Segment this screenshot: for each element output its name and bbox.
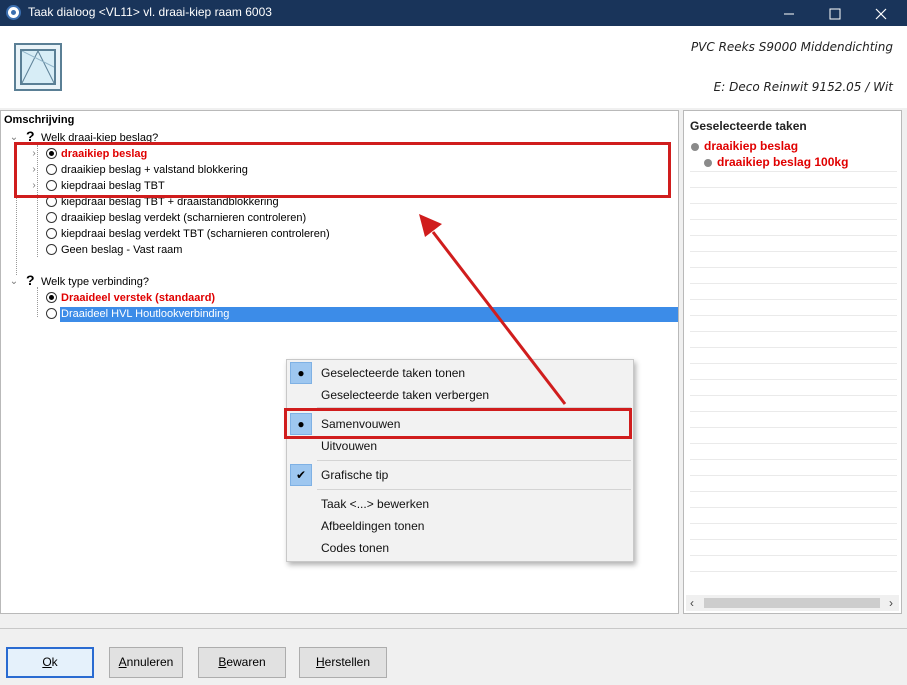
menu-item-show-images[interactable]: Afbeeldingen tonen (321, 519, 424, 533)
menu-separator (317, 460, 631, 461)
bullet-icon (691, 143, 699, 151)
app-icon (6, 5, 21, 20)
minimize-icon (784, 13, 794, 15)
question-icon: ? (26, 272, 35, 288)
row-divider (690, 363, 897, 364)
selected-tasks-title: Geselecteerde taken (690, 119, 807, 133)
menu-separator (317, 489, 631, 490)
row-divider (690, 539, 897, 540)
tree-option[interactable]: draaikiep beslag verdekt (scharnieren co… (1, 210, 671, 226)
tree-option[interactable]: Draaideel verstek (standaard) (1, 290, 671, 306)
tree-question-label: Welk type verbinding? (41, 276, 150, 288)
cancel-label: nnuleren (126, 655, 174, 669)
tree-option-label: Geen beslag - Vast raam (61, 244, 183, 256)
row-divider (690, 475, 897, 476)
ok-button[interactable]: Ok (6, 647, 94, 678)
close-button[interactable] (858, 0, 904, 26)
row-divider (690, 267, 897, 268)
save-button[interactable]: Bewaren (198, 647, 286, 678)
maximize-button[interactable] (812, 0, 858, 26)
row-divider (690, 235, 897, 236)
title-bar: Taak dialoog <VL11> vl. draai-kiep raam … (0, 0, 907, 26)
row-divider (690, 299, 897, 300)
row-divider (690, 443, 897, 444)
maximize-icon (829, 8, 841, 20)
row-divider (690, 379, 897, 380)
row-divider (690, 347, 897, 348)
selected-tasks-panel[interactable]: Geselecteerde taken draaikiep beslag dra… (683, 110, 902, 614)
header-area: PVC Reeks S9000 Middendichting E: Deco R… (0, 26, 907, 108)
footer-separator (0, 628, 907, 629)
radio-icon[interactable] (46, 212, 57, 223)
chevron-right-icon[interactable]: › (889, 596, 893, 610)
tree-option-selected[interactable]: Draaideel HVL Houtlookverbinding (1, 306, 671, 322)
row-divider (690, 555, 897, 556)
selected-task-item[interactable]: draaikiep beslag (704, 139, 798, 153)
scrollbar-thumb[interactable] (704, 598, 880, 608)
selected-task-subitem[interactable]: draaikiep beslag 100kg (717, 155, 848, 169)
ok-accesskey: O (42, 655, 52, 669)
chevron-left-icon[interactable]: ‹ (690, 596, 694, 610)
radio-checked-icon[interactable] (46, 292, 57, 303)
row-divider (690, 283, 897, 284)
tree-question-verbinding[interactable]: ⌄ ? Welk type verbinding? (1, 272, 671, 290)
row-divider (690, 395, 897, 396)
bullet-icon (704, 159, 712, 167)
window-pane-icon (20, 49, 56, 85)
menu-item-hide-selected[interactable]: Geselecteerde taken verbergen (321, 388, 489, 402)
tree-option-label: Draaideel HVL Houtlookverbinding (61, 308, 230, 320)
close-icon (875, 8, 887, 19)
row-divider (690, 491, 897, 492)
menu-item-show-codes[interactable]: Codes tonen (321, 541, 389, 555)
window-thumbnail (14, 43, 62, 91)
row-divider (690, 203, 897, 204)
checkmark-icon: ✔ (290, 464, 312, 486)
restore-label: erstellen (324, 655, 371, 669)
row-divider (690, 315, 897, 316)
row-divider (690, 571, 897, 572)
radio-icon[interactable] (46, 244, 57, 255)
tree-option-label: draaikiep beslag verdekt (scharnieren co… (61, 212, 307, 224)
restore-button[interactable]: Herstellen (299, 647, 387, 678)
tree-option[interactable]: Geen beslag - Vast raam (1, 242, 671, 258)
annotation-box-options (14, 142, 671, 198)
annotation-box-collapse (284, 408, 632, 439)
tree-option-label: kiepdraai beslag verdekt TBT (scharniere… (61, 228, 330, 240)
row-divider (690, 187, 897, 188)
tree-option[interactable]: kiepdraai beslag verdekt TBT (scharniere… (1, 226, 671, 242)
bullet-icon: ● (290, 362, 312, 384)
radio-icon[interactable] (46, 308, 57, 319)
row-divider (690, 411, 897, 412)
cancel-accesskey: A (118, 655, 127, 669)
save-label: ewaren (226, 655, 266, 669)
row-divider (690, 171, 897, 172)
menu-item-edit-task[interactable]: Taak <...> bewerken (321, 497, 429, 511)
panel-label: Omschrijving (4, 114, 75, 126)
chevron-down-icon[interactable]: ⌄ (9, 274, 19, 290)
radio-icon[interactable] (46, 228, 57, 239)
restore-accesskey: H (315, 655, 325, 669)
context-menu[interactable]: ● Geselecteerde taken tonen Geselecteerd… (286, 359, 634, 562)
row-divider (690, 459, 897, 460)
row-divider (690, 219, 897, 220)
menu-item-show-selected[interactable]: Geselecteerde taken tonen (321, 366, 465, 380)
menu-item-expand[interactable]: Uitvouwen (321, 439, 377, 453)
tree-option-label: Draaideel verstek (standaard) (61, 292, 216, 304)
row-divider (690, 331, 897, 332)
row-divider (690, 427, 897, 428)
menu-item-graphic-tip[interactable]: Grafische tip (321, 468, 388, 482)
ok-label: k (51, 655, 58, 669)
color-text: E: Deco Reinwit 9152.05 / Wit (713, 80, 893, 94)
cancel-button[interactable]: Annuleren (109, 647, 183, 678)
minimize-button[interactable] (766, 0, 812, 26)
profile-series-text: PVC Reeks S9000 Middendichting (690, 40, 893, 54)
row-divider (690, 523, 897, 524)
horizontal-scrollbar[interactable]: ‹ › (686, 595, 899, 611)
window-title: Taak dialoog <VL11> vl. draai-kiep raam … (28, 5, 272, 19)
row-divider (690, 251, 897, 252)
row-divider (690, 507, 897, 508)
